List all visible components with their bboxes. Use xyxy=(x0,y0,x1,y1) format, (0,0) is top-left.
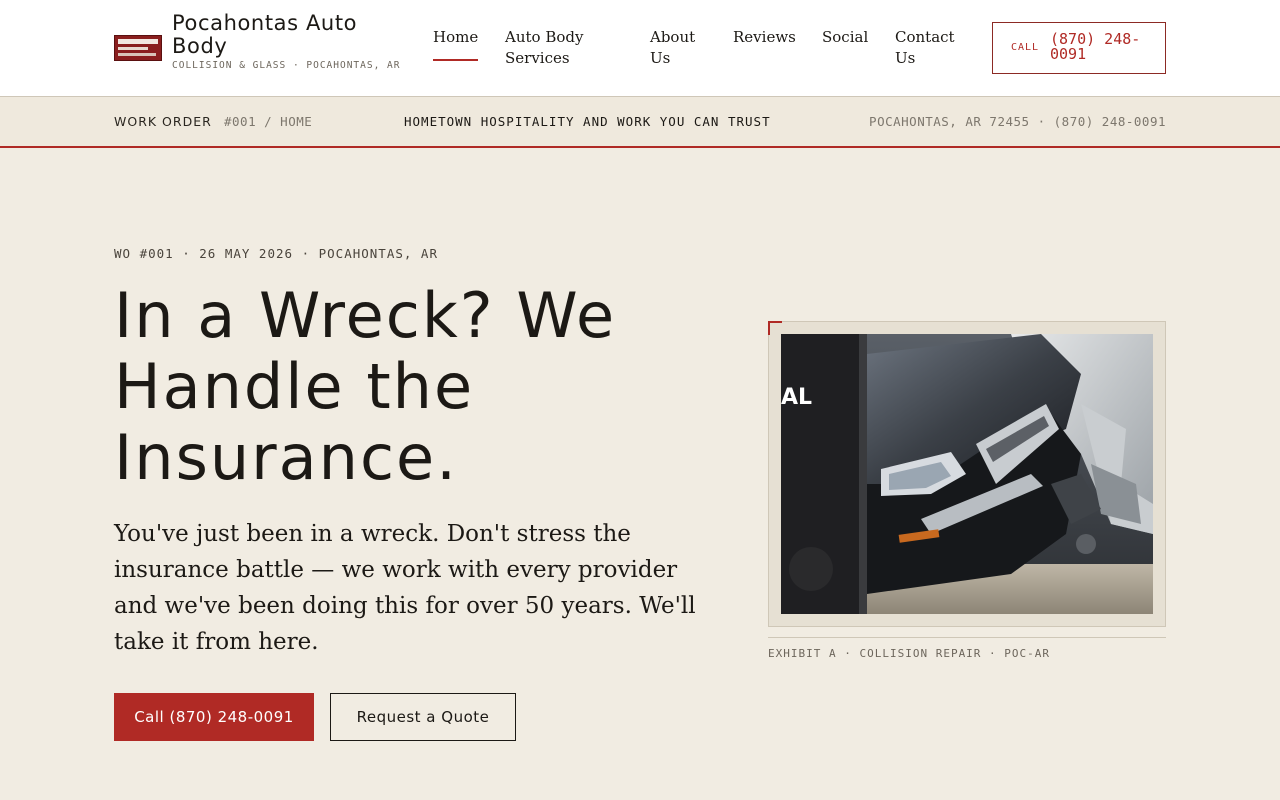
slogan: HOMETOWN HOSPITALITY AND WORK YOU CAN TR… xyxy=(404,114,771,129)
breadcrumb: #001 / HOME xyxy=(224,114,313,129)
collision-photo: AL xyxy=(781,334,1153,614)
nav-home[interactable]: Home xyxy=(433,27,479,61)
hero-meta: WO #001 · 26 MAY 2026 · POCAHONTAS, AR xyxy=(114,246,438,261)
nav-reviews[interactable]: Reviews xyxy=(733,27,796,48)
site-header: Pocahontas Auto Body COLLISION & GLASS ·… xyxy=(0,0,1280,97)
header-call-button[interactable]: CALL (870) 248-0091 xyxy=(992,22,1166,74)
hero-lead: You've just been in a wreck. Don't stres… xyxy=(114,521,696,655)
exhibit-frame: AL xyxy=(768,321,1166,627)
nav-auto-body-services[interactable]: Auto Body Services xyxy=(505,27,615,69)
work-order-strip: WORK ORDER #001 / HOME HOMETOWN HOSPITAL… xyxy=(0,97,1280,148)
page-title: In a Wreck? We Handle the Insurance. xyxy=(114,279,617,494)
exhibit-caption: EXHIBIT A · COLLISION REPAIR · POC-AR xyxy=(768,647,1051,660)
brand-tagline: COLLISION & GLASS · POCAHONTAS, AR xyxy=(172,60,401,71)
call-label: CALL xyxy=(1011,42,1040,53)
nav-about-us[interactable]: About Us xyxy=(650,27,705,69)
address-phone: POCAHONTAS, AR 72455 · (870) 248-0091 xyxy=(869,114,1166,129)
work-order-label: WORK ORDER xyxy=(114,114,212,129)
brand-name[interactable]: Pocahontas Auto Body xyxy=(172,12,402,58)
sign-text: AL xyxy=(781,385,812,410)
call-number: (870) 248-0091 xyxy=(1050,30,1141,63)
brand-logo[interactable] xyxy=(114,35,162,61)
call-now-button[interactable]: Call (870) 248-0091 xyxy=(114,693,314,741)
nav-contact-us[interactable]: Contact Us xyxy=(895,27,957,69)
request-quote-button[interactable]: Request a Quote xyxy=(330,693,516,741)
corner-mark xyxy=(768,321,782,335)
caption-divider xyxy=(768,637,1166,638)
nav-social[interactable]: Social xyxy=(822,27,868,48)
